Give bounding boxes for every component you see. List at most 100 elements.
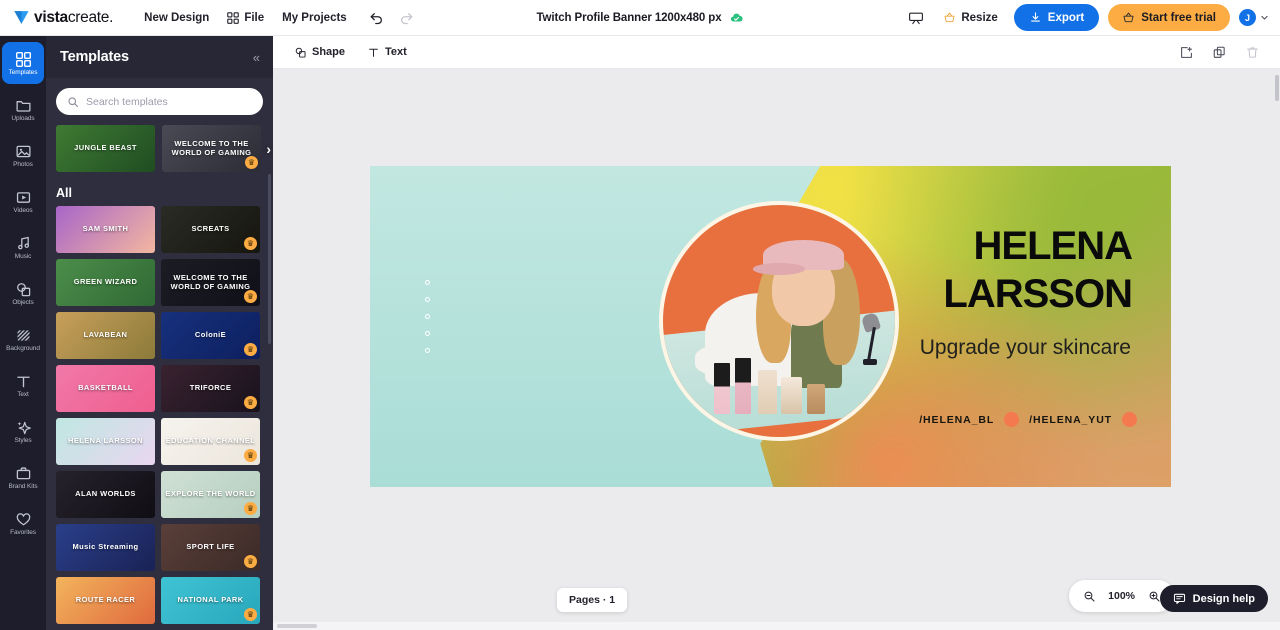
sidebar-item-background-label: Background	[6, 345, 40, 352]
sidebar-item-music[interactable]: Music	[2, 226, 44, 268]
template-card[interactable]: SAM SMITH	[56, 206, 155, 253]
bullet-dot	[425, 314, 430, 319]
photo-circle-frame[interactable]	[659, 201, 899, 441]
sidebar-item-templates[interactable]: Templates	[2, 42, 44, 84]
text-t-icon	[369, 48, 378, 57]
zoom-out-icon[interactable]	[1078, 585, 1100, 607]
sidebar-item-photos[interactable]: Photos	[2, 134, 44, 176]
template-title: SAM SMITH	[82, 224, 129, 234]
template-card[interactable]: SCREATS ♛	[161, 206, 260, 253]
present-icon[interactable]	[905, 7, 927, 29]
nav-my-projects[interactable]: My Projects	[273, 6, 356, 30]
bullet-dot	[425, 280, 430, 285]
canvas-toolbar: Shape Text	[273, 36, 1280, 69]
template-card[interactable]: EDUCATION CHANNEL ♛	[161, 418, 260, 465]
template-card[interactable]: ALAN WORLDS	[56, 471, 155, 518]
template-card[interactable]: WELCOME TO THE WORLD OF GAMING ♛	[162, 125, 261, 172]
panel-scrollbar[interactable]	[268, 174, 271, 344]
sidebar-item-styles-label: Styles	[14, 437, 32, 444]
document-title-group[interactable]: Twitch Profile Banner 1200x480 px	[536, 11, 743, 25]
template-card[interactable]: ROUTE RACER	[56, 577, 155, 624]
template-card[interactable]: SPORT LIFE ♛	[161, 524, 260, 571]
music-icon	[14, 234, 32, 252]
grid-icon	[227, 11, 240, 24]
template-card[interactable]: NATIONAL PARK ♛	[161, 577, 260, 624]
template-card[interactable]: HELENA LARSSON	[56, 418, 155, 465]
export-button[interactable]: Export	[1013, 4, 1100, 31]
cosmetic-bottle	[781, 376, 803, 414]
template-card[interactable]: ColoniE ♛	[161, 312, 260, 359]
design-canvas[interactable]: HELENA LARSSON Upgrade your skincare /HE…	[370, 166, 1171, 487]
canvas-horizontal-scrollbar[interactable]	[273, 622, 1280, 630]
template-title: LAVABEAN	[83, 330, 128, 340]
trash-icon[interactable]	[1241, 41, 1263, 63]
undo-icon[interactable]	[366, 7, 388, 29]
shape-tool[interactable]: Shape	[286, 41, 353, 64]
nav-file-label: File	[244, 11, 265, 24]
social-handle-text[interactable]: /HELENA_BL	[919, 414, 994, 426]
chevron-right-icon[interactable]: ›	[266, 141, 271, 157]
sidebar-item-videos-label: Videos	[13, 207, 33, 214]
top-bar: vistacreate. New Design File My Projects	[0, 0, 1280, 36]
briefcase-icon	[14, 464, 32, 482]
text-tool[interactable]: Text	[359, 41, 415, 64]
sidebar-item-templates-label: Templates	[8, 69, 38, 76]
templates-panel-body: Search templates JUNGLE BEAST WELCOME TO …	[46, 78, 273, 630]
social-handle-dot	[1122, 412, 1137, 427]
duplicate-page-icon[interactable]	[1175, 41, 1197, 63]
sidebar-item-favorites-label: Favorites	[10, 529, 36, 536]
avatar: J	[1239, 9, 1256, 26]
sidebar-item-objects[interactable]: Objects	[2, 272, 44, 314]
nav-new-design[interactable]: New Design	[135, 6, 218, 30]
avatar-initial: J	[1244, 12, 1250, 23]
redo-icon[interactable]	[396, 7, 418, 29]
premium-crown-icon: ♛	[244, 290, 257, 303]
sidebar-item-favorites[interactable]: Favorites	[2, 502, 44, 544]
bullet-dot	[425, 348, 430, 353]
trial-label: Start free trial	[1141, 11, 1216, 24]
copy-icon[interactable]	[1208, 41, 1230, 63]
canvas-vertical-scrollbar-thumb[interactable]	[1275, 75, 1279, 101]
template-card[interactable]: EXPLORE THE WORLD ♛	[161, 471, 260, 518]
templates-icon	[14, 50, 32, 68]
sidebar-item-background[interactable]: Background	[2, 318, 44, 360]
chevron-double-left-icon[interactable]: «	[253, 51, 260, 64]
headline-line-1[interactable]: HELENA	[974, 226, 1133, 266]
pages-indicator[interactable]: Pages · 1	[557, 588, 628, 612]
chevron-down-icon	[1261, 15, 1268, 20]
nav-my-projects-label: My Projects	[282, 11, 347, 24]
template-card[interactable]: Music Streaming	[56, 524, 155, 571]
sidebar-item-styles[interactable]: Styles	[2, 410, 44, 452]
canvas-horizontal-scrollbar-thumb[interactable]	[277, 624, 317, 628]
start-free-trial-button[interactable]: Start free trial	[1108, 4, 1230, 31]
canvas-area[interactable]: HELENA LARSSON Upgrade your skincare /HE…	[273, 69, 1280, 630]
premium-crown-icon: ♛	[245, 156, 258, 169]
cosmetic-bottle	[714, 362, 731, 414]
sidebar-item-text[interactable]: Text	[2, 364, 44, 406]
design-help-button[interactable]: Design help	[1159, 585, 1268, 612]
template-title: BASKETBALL	[78, 383, 133, 393]
template-title: ROUTE RACER	[75, 595, 136, 605]
left-rail: Templates Uploads Photos Videos Music Ob…	[0, 36, 46, 630]
premium-crown-icon: ♛	[244, 396, 257, 409]
social-handle-text[interactable]: /HELENA_YUT	[1029, 414, 1112, 426]
canvas-vertical-scrollbar[interactable]	[1273, 69, 1280, 630]
account-menu[interactable]: J	[1239, 9, 1269, 26]
search-input[interactable]: Search templates	[56, 88, 263, 115]
template-card[interactable]: GREEN WIZARD	[56, 259, 155, 306]
nav-file[interactable]: File	[218, 6, 273, 30]
template-card[interactable]: JUNGLE BEAST	[56, 125, 155, 172]
template-card[interactable]: TRIFORCE ♛	[161, 365, 260, 412]
resize-button[interactable]: Resize	[936, 6, 1004, 29]
headline-line-2[interactable]: LARSSON	[943, 274, 1133, 314]
vistacreate-logo[interactable]: vistacreate.	[13, 9, 113, 27]
template-card[interactable]: WELCOME TO THE WORLD OF GAMING ♛	[161, 259, 260, 306]
sidebar-item-videos[interactable]: Videos	[2, 180, 44, 222]
sidebar-item-brand-kits[interactable]: Brand Kits	[2, 456, 44, 498]
zoom-value[interactable]: 100%	[1108, 590, 1135, 602]
template-card[interactable]: LAVABEAN	[56, 312, 155, 359]
template-thumbnail: LAVABEAN	[56, 312, 155, 359]
sidebar-item-uploads[interactable]: Uploads	[2, 88, 44, 130]
template-card[interactable]: BASKETBALL	[56, 365, 155, 412]
tagline-text[interactable]: Upgrade your skincare	[881, 336, 1131, 360]
